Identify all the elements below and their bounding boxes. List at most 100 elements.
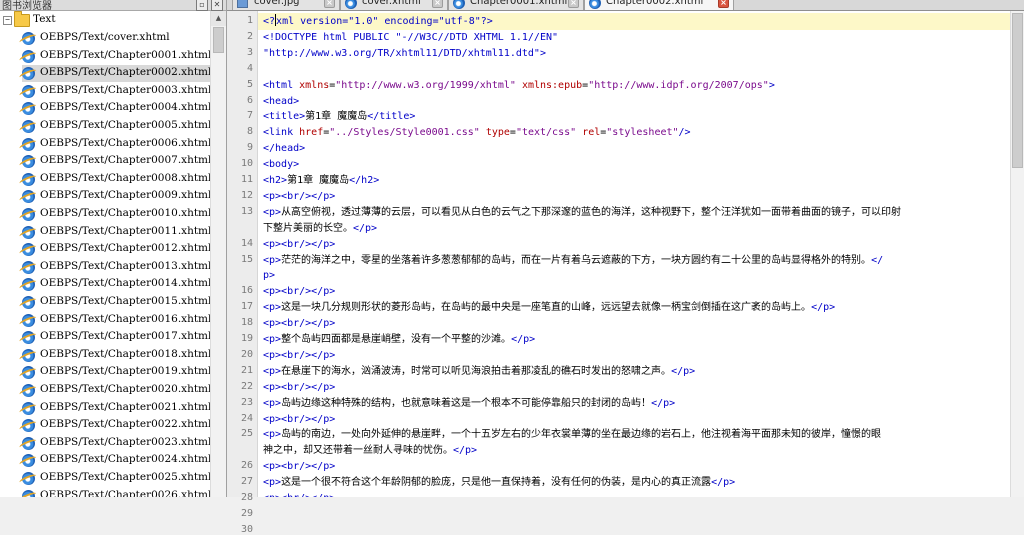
file-item[interactable]: OEBPS/Text/Chapter0026.xhtml <box>22 488 210 497</box>
code-line[interactable]: <p><br/></p> <box>258 411 1011 428</box>
code-line[interactable]: <p>岛屿的南边，一处向外延伸的悬崖畔，一个十五岁左右的少年衣裳单薄的坐在最边缘… <box>258 426 1011 443</box>
code-line[interactable]: <link href="../Styles/Style0001.css" typ… <box>258 124 1011 141</box>
file-item[interactable]: OEBPS/Text/Chapter0005.xhtml <box>22 118 210 135</box>
xhtml-file-icon <box>22 190 35 204</box>
line-number: 22 <box>240 380 253 392</box>
code-line[interactable]: <p><br/></p> <box>258 283 1011 300</box>
folder-text[interactable]: − Text <box>0 11 210 29</box>
file-item[interactable]: OEBPS/Text/Chapter0002.xhtml <box>22 65 210 83</box>
file-item[interactable]: OEBPS/Text/Chapter0018.xhtml <box>22 347 210 364</box>
close-tab-icon[interactable]: × <box>718 0 729 8</box>
line-number: 15 <box>240 253 253 265</box>
code-line[interactable]: <p>整个岛屿四面都是悬崖峭壁，没有一个平整的沙滩。</p> <box>258 331 1011 348</box>
code-line[interactable]: <p><br/></p> <box>258 315 1011 332</box>
file-item[interactable]: OEBPS/Text/Chapter0014.xhtml <box>22 276 210 293</box>
code-scrollbar[interactable] <box>1010 11 1024 497</box>
tab-4[interactable]: Chapter0002.xhtml × <box>584 0 734 10</box>
code-line[interactable]: <p><br/></p> <box>258 490 1011 497</box>
code-line[interactable]: <title>第1章 魔魔岛</title> <box>258 108 1011 125</box>
xhtml-file-icon <box>22 472 35 485</box>
file-item[interactable]: OEBPS/Text/Chapter0001.xhtml <box>22 48 210 65</box>
file-label: OEBPS/Text/Chapter0024.xhtml <box>40 453 210 466</box>
code-line[interactable] <box>258 61 1011 78</box>
file-label: OEBPS/Text/Chapter0002.xhtml <box>40 66 210 79</box>
tab-label: cover.jpg <box>254 0 300 7</box>
folder-icon <box>14 11 30 27</box>
file-tree-scrollbar[interactable]: ▲ <box>210 11 226 497</box>
code-line[interactable]: <p>在悬崖下的海水，汹涌波涛，时常可以听见海浪拍击着那凌乱的礁石时发出的怒啸之… <box>258 363 1011 380</box>
code-line[interactable]: <head> <box>258 93 1011 110</box>
line-number: 18 <box>240 317 253 329</box>
file-item[interactable]: OEBPS/Text/Chapter0016.xhtml <box>22 312 210 329</box>
file-item[interactable]: OEBPS/Text/Chapter0013.xhtml <box>22 259 210 276</box>
code-line[interactable]: <p><br/></p> <box>258 458 1011 475</box>
file-item[interactable]: OEBPS/Text/Chapter0022.xhtml <box>22 417 210 434</box>
file-item[interactable]: OEBPS/Text/Chapter0023.xhtml <box>22 435 210 452</box>
file-item[interactable]: OEBPS/Text/Chapter0007.xhtml <box>22 153 210 170</box>
code-line[interactable]: <!DOCTYPE html PUBLIC "-//W3C//DTD XHTML… <box>258 29 1011 46</box>
file-item[interactable]: OEBPS/Text/Chapter0019.xhtml <box>22 364 210 381</box>
file-item[interactable]: OEBPS/Text/Chapter0024.xhtml <box>22 452 210 469</box>
code-line[interactable]: <html xmlns="http://www.w3.org/1999/xhtm… <box>258 77 1011 94</box>
close-tab-icon[interactable]: × <box>324 0 335 8</box>
tab-1[interactable]: cover.jpg × <box>232 0 340 10</box>
code-line[interactable]: <p>茫茫的海洋之中，零星的坐落着许多葱葱郁郁的岛屿，而在一片有着乌云遮蔽的下方… <box>258 252 1011 269</box>
code-line-wrap[interactable]: p> <box>263 267 275 284</box>
file-item[interactable]: OEBPS/Text/Chapter0020.xhtml <box>22 382 210 399</box>
file-label: OEBPS/Text/Chapter0016.xhtml <box>40 312 210 325</box>
file-item[interactable]: OEBPS/Text/cover.xhtml <box>22 30 210 47</box>
scroll-up-arrow[interactable]: ▲ <box>211 11 226 26</box>
line-number: 8 <box>246 126 253 138</box>
file-item[interactable]: OEBPS/Text/Chapter0012.xhtml <box>22 241 210 258</box>
file-label: OEBPS/Text/Chapter0011.xhtml <box>40 224 210 237</box>
file-item[interactable]: OEBPS/Text/Chapter0011.xhtml <box>22 224 210 241</box>
close-tab-icon[interactable]: × <box>432 0 443 8</box>
file-item[interactable]: OEBPS/Text/Chapter0015.xhtml <box>22 294 210 311</box>
file-item[interactable]: OEBPS/Text/Chapter0008.xhtml <box>22 171 210 188</box>
file-item[interactable]: OEBPS/Text/Chapter0009.xhtml <box>22 188 210 205</box>
tab-3[interactable]: Chapter0001.xhtml × <box>448 0 584 10</box>
file-item[interactable]: OEBPS/Text/Chapter0006.xhtml <box>22 136 210 153</box>
file-item[interactable]: OEBPS/Text/Chapter0025.xhtml <box>22 470 210 487</box>
file-item[interactable]: OEBPS/Text/Chapter0010.xhtml <box>22 206 210 223</box>
line-number: 30 <box>240 523 253 535</box>
file-item[interactable]: OEBPS/Text/Chapter0003.xhtml <box>22 83 210 100</box>
code-line[interactable]: <p>这是一个很不符合这个年龄阴郁的脸庞，只是他一直保持着，没有任何的伪装，是内… <box>258 474 1011 491</box>
code-line[interactable]: "http://www.w3.org/TR/xhtml11/DTD/xhtml1… <box>258 45 1011 62</box>
close-tab-icon[interactable]: × <box>568 0 579 8</box>
code-scroll-thumb[interactable] <box>1012 13 1023 168</box>
code-line-wrap[interactable]: 下整片美丽的长空。</p> <box>263 220 377 237</box>
code-line[interactable]: <p>岛屿边缘这种特殊的结构，也就意味着这是一个根本不可能停靠船只的封闭的岛屿！… <box>258 395 1011 412</box>
code-line[interactable]: <p><br/></p> <box>258 188 1011 205</box>
close-panel-button[interactable]: ✕ <box>211 0 223 11</box>
code-view[interactable]: <?xml version="1.0" encoding="utf-8"?> <!… <box>258 11 1011 497</box>
code-line[interactable]: <p><br/></p> <box>258 236 1011 253</box>
float-panel-button[interactable]: ▫ <box>196 0 208 11</box>
code-line[interactable]: <p><br/></p> <box>258 379 1011 396</box>
code-line[interactable]: <p><br/></p> <box>258 347 1011 364</box>
collapse-icon[interactable]: − <box>3 16 12 25</box>
line-number: 17 <box>240 301 253 313</box>
xhtml-file-icon <box>22 384 35 397</box>
file-item[interactable]: OEBPS/Text/Chapter0004.xhtml <box>22 100 210 117</box>
file-tree: − Text OEBPS/Text/cover.xhtml OEBPS/Text/… <box>0 11 210 497</box>
xhtml-file-icon <box>22 243 35 257</box>
file-item[interactable]: OEBPS/Text/Chapter0021.xhtml <box>22 400 210 417</box>
image-icon <box>237 0 248 8</box>
xhtml-file-icon <box>22 208 35 221</box>
code-line[interactable]: <h2>第1章 魔魔岛</h2> <box>258 172 1011 189</box>
code-line[interactable]: <p>这是一块几分规则形状的菱形岛屿，在岛屿的最中央是一座笔直的山峰，远远望去就… <box>258 299 1011 316</box>
tab-2[interactable]: cover.xhtml × <box>340 0 448 10</box>
line-number: 9 <box>246 142 253 154</box>
code-line[interactable]: <?xml version="1.0" encoding="utf-8"?> <box>258 13 1011 30</box>
code-line[interactable]: <p>从高空俯视，透过薄薄的云层，可以看见从白色的云气之下那深邃的蓝色的海洋，这… <box>258 204 1011 221</box>
code-line[interactable]: </head> <box>258 140 1011 157</box>
file-label: OEBPS/Text/Chapter0010.xhtml <box>40 207 210 219</box>
xhtml-file-icon <box>22 102 35 116</box>
code-line[interactable]: <body> <box>258 156 1011 173</box>
file-item[interactable]: OEBPS/Text/Chapter0017.xhtml <box>22 329 210 346</box>
xhtml-file-icon <box>22 419 35 433</box>
scroll-thumb[interactable] <box>213 27 224 53</box>
line-number: 3 <box>246 46 253 58</box>
code-line-wrap[interactable]: 神之中，却又还带着一丝耐人寻味的忧伤。</p> <box>263 442 477 459</box>
